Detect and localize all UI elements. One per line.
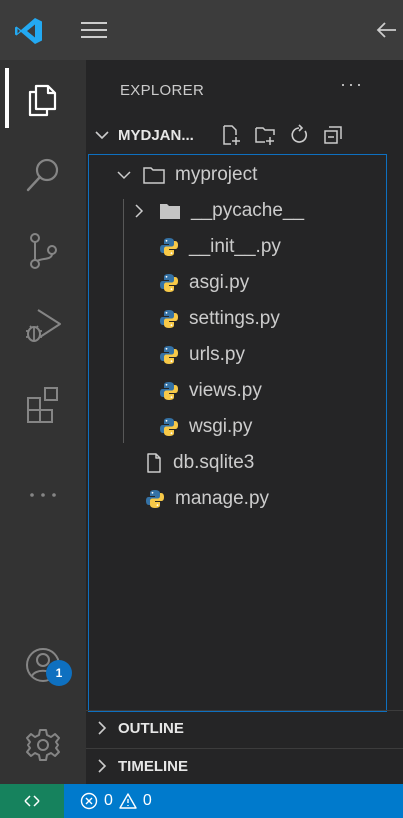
outline-section-header[interactable]: OUTLINE — [86, 710, 403, 745]
search-icon — [26, 158, 59, 192]
activity-source-control[interactable] — [0, 216, 86, 286]
error-count: 0 — [104, 792, 113, 809]
status-bar: 0 0 — [0, 784, 403, 818]
activity-more[interactable] — [0, 460, 86, 530]
tree-item-label: asgi.py — [189, 272, 250, 293]
run-debug-icon — [26, 309, 61, 342]
explorer-sidebar: EXPLORER ··· MYDJAN... myproject __pycac… — [86, 60, 403, 784]
folder-icon — [160, 204, 180, 219]
tree-item-myproject[interactable]: myproject — [89, 157, 386, 193]
timeline-section-header[interactable]: TIMELINE — [86, 748, 403, 783]
chevron-right-icon — [98, 721, 107, 735]
python-file-icon — [146, 490, 164, 508]
extensions-icon — [27, 387, 58, 423]
explorer-title: EXPLORER — [120, 82, 205, 99]
gear-icon — [26, 729, 60, 761]
tree-item-label: settings.py — [189, 308, 280, 329]
activity-accounts[interactable]: 1 — [0, 630, 86, 700]
vscode-logo-icon — [15, 18, 42, 44]
tree-item-label: manage.py — [175, 488, 270, 509]
collapse-all-icon[interactable] — [322, 124, 344, 146]
project-section-header[interactable]: MYDJAN... — [86, 118, 403, 152]
tree-item-db-sqlite3[interactable]: db.sqlite3 — [89, 445, 386, 481]
source-control-icon — [30, 233, 57, 269]
tree-item-label: myproject — [175, 164, 258, 185]
tree-item-asgi-py[interactable]: asgi.py — [89, 265, 386, 301]
explorer-icon — [28, 84, 57, 117]
tree-item-label: __pycache__ — [191, 200, 305, 221]
tree-item-label: urls.py — [189, 344, 245, 365]
activity-explorer[interactable] — [0, 64, 86, 134]
more-icon — [30, 493, 56, 497]
hamburger-menu-icon[interactable] — [80, 18, 110, 42]
tree-item-manage-py[interactable]: manage.py — [89, 481, 386, 517]
tree-item-views-py[interactable]: views.py — [89, 373, 386, 409]
error-icon — [80, 792, 98, 810]
title-bar — [0, 0, 403, 60]
tree-item-label: views.py — [189, 380, 262, 401]
tree-item-label: wsgi.py — [189, 416, 253, 437]
tree-item-label: __init__.py — [189, 236, 281, 257]
tree-item-init-py[interactable]: __init__.py — [89, 229, 386, 265]
python-file-icon — [160, 310, 178, 328]
tree-item-wsgi-py[interactable]: wsgi.py — [89, 409, 386, 445]
tree-item-urls-py[interactable]: urls.py — [89, 337, 386, 373]
accounts-badge: 1 — [46, 660, 72, 686]
activity-bar: 1 — [0, 60, 86, 784]
python-file-icon — [160, 382, 178, 400]
activity-manage[interactable] — [0, 710, 86, 780]
tree-item-pycache[interactable]: __pycache__ — [89, 193, 386, 229]
warning-count: 0 — [142, 792, 152, 809]
folder-open-icon — [143, 167, 165, 184]
python-file-icon — [160, 418, 178, 436]
refresh-icon[interactable] — [288, 124, 310, 146]
python-file-icon — [160, 238, 178, 256]
chevron-right-icon — [135, 204, 144, 218]
views-more-actions-button[interactable]: ··· — [340, 74, 364, 95]
python-file-icon — [160, 346, 178, 364]
activity-search[interactable] — [0, 140, 86, 210]
python-file-icon — [160, 274, 178, 292]
new-file-icon[interactable] — [220, 124, 242, 146]
warning-icon — [119, 793, 137, 809]
project-actions — [220, 118, 344, 152]
problems-indicator[interactable]: 0 0 — [80, 784, 152, 818]
timeline-label: TIMELINE — [118, 757, 188, 775]
arrow-left-icon[interactable] — [374, 18, 398, 42]
new-folder-icon[interactable] — [254, 124, 276, 146]
tree-item-settings-py[interactable]: settings.py — [89, 301, 386, 337]
activity-extensions[interactable] — [0, 368, 86, 438]
file-icon — [147, 453, 161, 473]
chevron-down-icon — [95, 131, 109, 140]
file-tree: myproject __pycache__ __init__.py asgi.p… — [88, 154, 387, 712]
activity-run-debug[interactable] — [0, 290, 86, 360]
remote-indicator[interactable] — [0, 784, 64, 818]
tree-item-label: db.sqlite3 — [173, 452, 255, 473]
outline-label: OUTLINE — [118, 719, 184, 737]
project-name: MYDJAN... — [118, 126, 194, 144]
chevron-down-icon — [117, 171, 131, 180]
chevron-right-icon — [98, 759, 107, 773]
remote-icon — [24, 795, 40, 807]
